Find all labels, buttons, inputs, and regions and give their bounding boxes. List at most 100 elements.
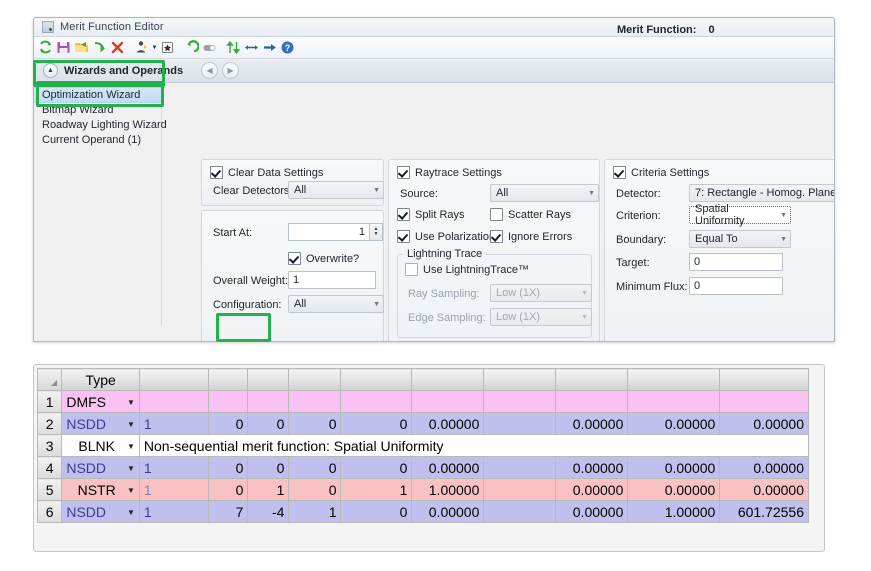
chevron-right-icon[interactable]: ▶ xyxy=(222,62,239,79)
ignore-errors-checkbox-row[interactable]: Ignore Errors xyxy=(490,230,572,243)
row-number[interactable]: 3 xyxy=(38,435,62,457)
configuration-select[interactable]: All ▼ xyxy=(288,295,384,313)
cell[interactable]: 1 xyxy=(139,413,208,435)
table-row[interactable]: 2 NSDD▼ 1 0 0 0 0 0.00000 0.00000 0.0000… xyxy=(38,413,809,435)
cell[interactable] xyxy=(208,391,248,413)
minimum-flux-input[interactable]: 0 xyxy=(689,277,783,295)
chevron-up-icon[interactable]: ▲ xyxy=(43,63,58,78)
refresh-update-icon[interactable] xyxy=(37,39,54,56)
cell[interactable]: 0 xyxy=(208,457,248,479)
clear-data-settings-checkbox-row[interactable]: Clear Data Settings xyxy=(210,166,323,179)
use-polarization-checkbox-row[interactable]: Use Polarization xyxy=(397,230,495,243)
merit-function-grid[interactable]: Type 1 DMFS▼ xyxy=(33,364,825,552)
cell[interactable] xyxy=(628,391,720,413)
chevron-down-icon[interactable]: ▼ xyxy=(127,464,135,473)
row-type-cell[interactable]: BLNK▼ xyxy=(62,435,140,457)
sidebar-item-roadway-lighting-wizard[interactable]: Roadway Lighting Wizard xyxy=(34,118,161,133)
cell[interactable] xyxy=(484,457,556,479)
wizards-and-operands-header[interactable]: ▲ Wizards and Operands ◀ ▶ Merit Functio… xyxy=(34,59,834,83)
column-header-5[interactable] xyxy=(289,369,341,391)
table-row[interactable]: 4 NSDD▼ 1 0 0 0 0 0.00000 0.00000 0.0000… xyxy=(38,457,809,479)
overwrite-checkbox-row[interactable]: Overwrite? xyxy=(288,252,359,265)
row-type-cell[interactable]: NSDD▼ xyxy=(62,457,140,479)
criteria-settings-checkbox-row[interactable]: Criteria Settings xyxy=(613,166,709,179)
column-header-4[interactable] xyxy=(248,369,289,391)
cell[interactable]: 1.00000 xyxy=(628,501,720,523)
split-rays-checkbox-row[interactable]: Split Rays xyxy=(397,208,465,221)
cell[interactable] xyxy=(139,391,208,413)
overall-weight-input[interactable]: 1 xyxy=(288,271,376,289)
undo-icon[interactable] xyxy=(183,39,200,56)
row-type-cell[interactable]: NSDD▼ xyxy=(62,501,140,523)
cell[interactable] xyxy=(556,391,628,413)
resize-columns-icon[interactable] xyxy=(243,39,260,56)
target-input[interactable]: 0 xyxy=(689,253,783,271)
cell[interactable] xyxy=(412,391,484,413)
cell[interactable]: 0.00000 xyxy=(720,479,809,501)
column-header-2[interactable] xyxy=(139,369,208,391)
delete-row-icon[interactable] xyxy=(109,39,126,56)
scatter-rays-checkbox-row[interactable]: Scatter Rays xyxy=(490,208,571,221)
table-row[interactable]: 6 NSDD▼ 1 7 -4 1 0 0.00000 0.00000 1.000… xyxy=(38,501,809,523)
cell[interactable]: 0 xyxy=(341,501,412,523)
cell[interactable]: 0.00000 xyxy=(556,501,628,523)
clear-data-settings-checkbox[interactable] xyxy=(210,166,223,179)
use-polarization-checkbox[interactable] xyxy=(397,230,410,243)
chevron-down-icon[interactable]: ▼ xyxy=(127,508,135,517)
cell[interactable]: 0 xyxy=(289,413,341,435)
criterion-select[interactable]: Spatial Uniformity ▼ xyxy=(689,206,791,224)
cell[interactable]: 1 xyxy=(341,479,412,501)
overwrite-checkbox[interactable] xyxy=(288,252,301,265)
cell[interactable]: 0.00000 xyxy=(628,457,720,479)
start-at-stepper[interactable]: 1 ▲▼ xyxy=(288,223,383,241)
cell[interactable] xyxy=(720,391,809,413)
cell[interactable]: 0.00000 xyxy=(556,413,628,435)
cell[interactable]: 0.00000 xyxy=(412,457,484,479)
chevron-down-icon[interactable]: ▼ xyxy=(127,398,135,407)
cell[interactable]: 1 xyxy=(139,457,208,479)
table-row[interactable]: 5 NSTR▼ 1 0 1 0 1 1.00000 0.00000 0.0000… xyxy=(38,479,809,501)
raytrace-settings-checkbox-row[interactable]: Raytrace Settings xyxy=(397,166,502,179)
cell[interactable]: 7 xyxy=(208,501,248,523)
source-select[interactable]: All ▼ xyxy=(490,184,599,202)
row-type-cell[interactable]: NSDD▼ xyxy=(62,413,140,435)
column-header-7[interactable] xyxy=(412,369,484,391)
cell[interactable] xyxy=(248,391,289,413)
sidebar-item-bitmap-wizard[interactable]: Bitmap Wizard xyxy=(34,103,161,118)
start-at-spinner[interactable]: ▲▼ xyxy=(370,223,383,241)
cell[interactable]: 1 xyxy=(248,479,289,501)
cell[interactable]: 0 xyxy=(248,457,289,479)
row-number[interactable]: 2 xyxy=(38,413,62,435)
help-icon[interactable]: ? xyxy=(279,39,296,56)
clear-detectors-select[interactable]: All ▼ xyxy=(288,181,384,199)
row-type-cell[interactable]: NSTR▼ xyxy=(62,479,140,501)
cell[interactable]: 0 xyxy=(248,413,289,435)
select-all-icon[interactable] xyxy=(38,369,62,391)
chevron-down-icon[interactable]: ▼ xyxy=(127,420,135,429)
cell[interactable]: 0.00000 xyxy=(720,413,809,435)
cell[interactable] xyxy=(484,413,556,435)
chevron-down-icon[interactable]: ▼ xyxy=(127,442,135,451)
cell[interactable]: 0 xyxy=(208,479,248,501)
chevron-down-icon[interactable]: ▼ xyxy=(127,486,135,495)
edge-sampling-select[interactable]: Low (1X) ▼ xyxy=(490,308,592,326)
use-lightningtrace-checkbox[interactable] xyxy=(405,263,418,276)
cell[interactable]: 0 xyxy=(208,413,248,435)
insert-row-icon[interactable] xyxy=(91,39,108,56)
criteria-settings-checkbox[interactable] xyxy=(613,166,626,179)
toggle-icon[interactable] xyxy=(201,39,218,56)
split-rays-checkbox[interactable] xyxy=(397,208,410,221)
cell[interactable]: 1.00000 xyxy=(412,479,484,501)
save-icon[interactable] xyxy=(55,39,72,56)
column-header-9[interactable] xyxy=(556,369,628,391)
boundary-select[interactable]: Equal To ▼ xyxy=(689,230,791,248)
cell[interactable]: 0 xyxy=(289,457,341,479)
column-header-6[interactable] xyxy=(341,369,412,391)
column-header-8[interactable] xyxy=(484,369,556,391)
ignore-errors-checkbox[interactable] xyxy=(490,230,503,243)
cell[interactable]: 0 xyxy=(341,457,412,479)
cell[interactable] xyxy=(484,501,556,523)
cell[interactable]: -4 xyxy=(248,501,289,523)
row-number[interactable]: 5 xyxy=(38,479,62,501)
row-number[interactable]: 1 xyxy=(38,391,62,413)
